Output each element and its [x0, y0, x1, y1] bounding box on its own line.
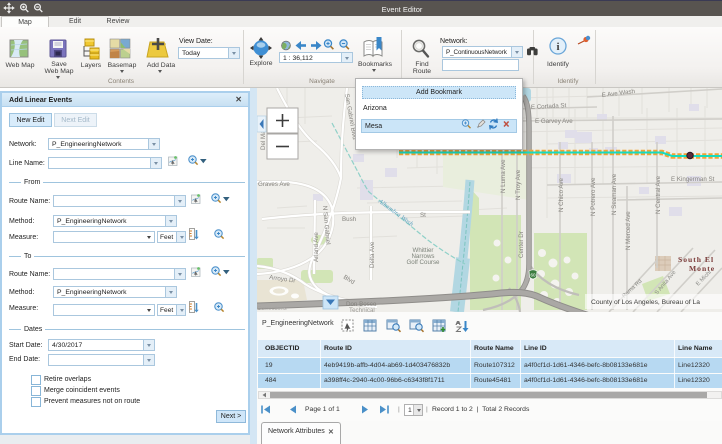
svg-text:N Seaman Ave: N Seaman Ave — [611, 173, 618, 215]
svg-text:County of Los Angeles, Bureau: County of Los Angeles, Bureau of La — [591, 299, 700, 306]
svg-text:E Kingerman St: E Kingerman St — [671, 176, 715, 183]
svg-text:Center Dr: Center Dr — [518, 231, 525, 258]
svg-text:Arland Ave: Arland Ave — [313, 232, 320, 262]
svg-text:St: St — [420, 212, 426, 219]
svg-text:N Luma Ave: N Luma Ave — [500, 159, 507, 193]
svg-text:60: 60 — [530, 273, 536, 278]
svg-text:Bush: Bush — [342, 216, 357, 223]
svg-text:Graves Ave: Graves Ave — [258, 181, 290, 188]
svg-text:N Chico Ave: N Chico Ave — [558, 178, 565, 212]
svg-text:E Garvey Ave: E Garvey Ave — [535, 118, 573, 125]
svg-text:N Troy Ave: N Troy Ave — [515, 169, 522, 200]
svg-text:Golf Course: Golf Course — [406, 259, 440, 266]
svg-text:N Merced Ave: N Merced Ave — [625, 211, 632, 250]
svg-text:Delta Ave: Delta Ave — [369, 241, 376, 268]
svg-text:N Central Ave: N Central Ave — [655, 175, 662, 214]
svg-text:Monte: Monte — [689, 264, 715, 273]
svg-text:N Potrero Ave: N Potrero Ave — [590, 177, 597, 216]
svg-text:South El: South El — [678, 255, 714, 264]
